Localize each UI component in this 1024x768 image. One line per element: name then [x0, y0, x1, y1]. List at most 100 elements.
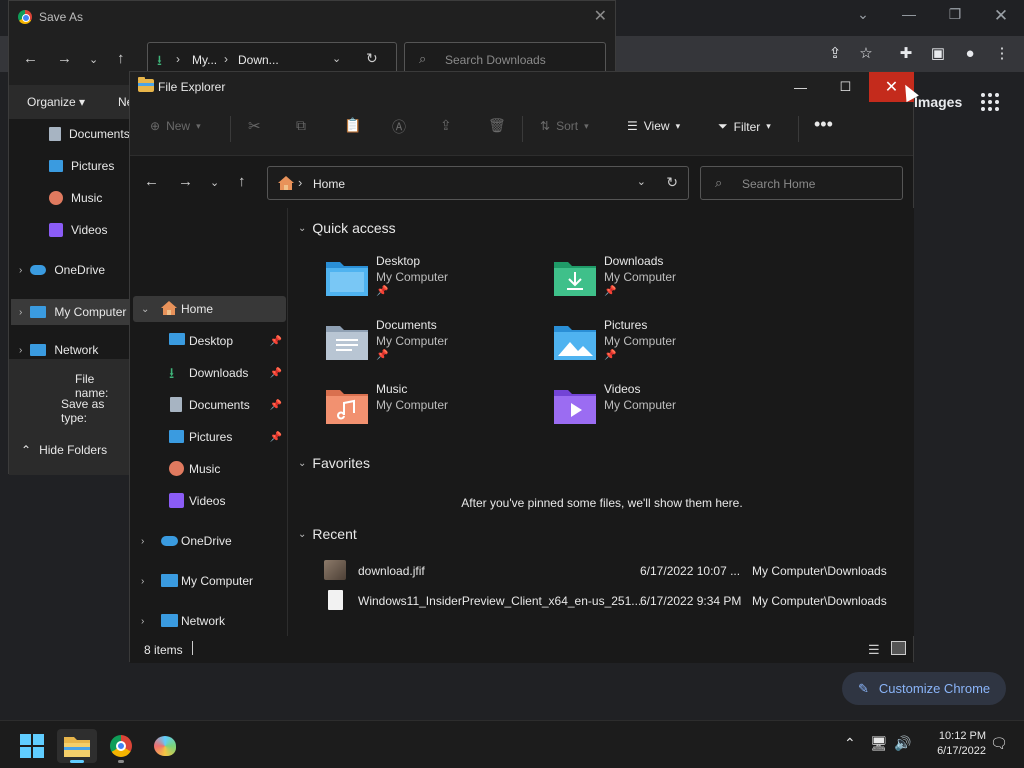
back-icon[interactable]: ← [23, 50, 38, 67]
refresh-icon[interactable]: ↻ [666, 174, 678, 191]
new-button[interactable]: ⊕ New ▾ [150, 119, 201, 133]
delete-icon[interactable]: 🗑 [488, 117, 506, 134]
chevron-right-icon[interactable]: › [141, 576, 144, 587]
recent-row[interactable]: download.jfif 6/17/2022 10:07 ... My Com… [324, 558, 904, 584]
bookmark-star-icon[interactable]: ☆ [856, 44, 876, 64]
chevron-right-icon[interactable]: › [141, 616, 144, 627]
quick-access-downloads[interactable]: Downloads My Computer 📌 [554, 254, 764, 310]
chevron-down-icon[interactable]: ⌄ [637, 175, 646, 188]
tree-item-videos[interactable]: Videos [49, 223, 107, 237]
cut-icon[interactable]: ✂ [248, 117, 261, 135]
sidebar-item-network[interactable]: › Network [133, 608, 286, 634]
forward-icon[interactable]: → [178, 173, 193, 190]
hide-folders-button[interactable]: ⌃ Hide Folders [21, 443, 107, 457]
quick-access-documents[interactable]: Documents My Computer 📌 [326, 318, 536, 374]
forward-icon[interactable]: → [57, 50, 72, 67]
favorites-header[interactable]: ⌄ Favorites [298, 455, 370, 471]
quick-access-pictures[interactable]: Pictures My Computer 📌 [554, 318, 764, 374]
close-icon[interactable]: ✕ [594, 6, 607, 26]
menu-icon[interactable]: ⋮ [992, 44, 1012, 64]
explorer-search-input[interactable]: ⌕ Search Home [700, 166, 903, 200]
chevron-down-icon[interactable]: ⌄ [332, 52, 341, 65]
profile-icon[interactable]: ● [960, 44, 980, 64]
address-segment[interactable]: Down... [238, 53, 279, 67]
share-icon[interactable]: ⇪ [825, 44, 845, 64]
pin-icon: 📌 [604, 350, 617, 361]
tree-item-music[interactable]: Music [49, 191, 102, 205]
filter-button[interactable]: ⏷ Filter ▾ [718, 119, 771, 134]
up-icon[interactable]: ↑ [117, 50, 125, 67]
sidebar-item-home[interactable]: ⌄ Home [133, 296, 286, 322]
sidebar-item-desktop[interactable]: Desktop 📌 [133, 328, 286, 354]
close-icon[interactable]: ✕ [978, 6, 1024, 26]
taskbar-file-explorer[interactable] [57, 729, 97, 763]
up-icon[interactable]: ↑ [238, 173, 246, 190]
chevron-right-icon[interactable]: › [19, 307, 22, 318]
sidebar-item-downloads[interactable]: ⭳ Downloads 📌 [133, 360, 286, 386]
computer-icon [30, 306, 47, 318]
sort-icon: ⇅ [540, 119, 551, 133]
recent-locations-icon[interactable]: ⌄ [210, 176, 219, 189]
sidebar-item-videos[interactable]: Videos [133, 488, 286, 514]
customize-chrome-button[interactable]: ✎ Customize Chrome [842, 672, 1006, 705]
recent-row[interactable]: Windows11_InsiderPreview_Client_x64_en-u… [324, 588, 904, 614]
tree-item-my-computer[interactable]: › My Computer [11, 299, 131, 325]
paste-icon[interactable]: 📋 [344, 117, 361, 134]
chevron-right-icon[interactable]: › [19, 265, 22, 276]
back-icon[interactable]: ← [144, 173, 159, 190]
chevron-right-icon[interactable]: › [141, 536, 144, 547]
sidebar-item-onedrive[interactable]: › OneDrive [133, 528, 286, 554]
sort-button[interactable]: ⇅ Sort ▾ [540, 119, 589, 133]
rename-icon[interactable]: Ⓐ [392, 117, 406, 137]
side-panel-icon[interactable]: ▣ [928, 44, 948, 64]
tree-item-pictures[interactable]: Pictures [49, 159, 114, 173]
chevron-up-icon[interactable]: ⌃ [844, 735, 856, 752]
sidebar-item-documents[interactable]: Documents 📌 [133, 392, 286, 418]
share-icon[interactable]: ⇪ [440, 117, 452, 134]
start-button[interactable] [12, 729, 52, 763]
save-as-type-label: Save as type: [61, 397, 105, 425]
minimize-icon[interactable]: — [886, 6, 932, 22]
google-apps-icon[interactable] [981, 93, 999, 111]
tree-item-documents[interactable]: Documents [49, 127, 130, 141]
taskbar-chrome[interactable] [101, 729, 141, 763]
extensions-icon[interactable]: ✚ [896, 44, 916, 64]
quick-access-music[interactable]: Music My Computer [326, 382, 536, 438]
address-home[interactable]: Home [313, 177, 345, 191]
tree-item-network[interactable]: › Network [19, 343, 98, 357]
organize-button[interactable]: Organize ▾ [27, 95, 85, 109]
taskbar-paint[interactable] [145, 729, 185, 763]
notifications-icon[interactable]: 🗨 [990, 735, 1008, 752]
address-segment[interactable]: My... [192, 53, 217, 67]
sidebar-item-pictures[interactable]: Pictures 📌 [133, 424, 286, 450]
recent-header[interactable]: ⌄ Recent [298, 526, 357, 542]
quick-access-header[interactable]: ⌄ Quick access [298, 220, 396, 236]
chevron-right-icon[interactable]: › [19, 345, 22, 356]
quick-access-videos[interactable]: Videos My Computer [554, 382, 764, 438]
copy-icon[interactable]: ⧉ [296, 117, 306, 134]
clock[interactable]: 10:12 PM 6/17/2022 [920, 729, 986, 759]
restore-icon[interactable]: ❐ [932, 6, 978, 23]
maximize-button[interactable]: ☐ [823, 72, 868, 102]
clock-time: 10:12 PM [938, 730, 986, 742]
explorer-address-row: ← → ⌄ ↑ › Home ⌄ ↻ ⌕ Search Home [130, 156, 913, 208]
sidebar-item-my-computer[interactable]: › My Computer [133, 568, 286, 594]
refresh-icon[interactable]: ↻ [366, 50, 378, 67]
recent-locations-icon[interactable]: ⌄ [89, 53, 98, 66]
pin-icon: 📌 [376, 350, 389, 361]
details-view-icon[interactable]: ☰ [868, 642, 880, 658]
tree-item-onedrive[interactable]: › OneDrive [19, 263, 105, 277]
quick-access-desktop[interactable]: Desktop My Computer 📌 [326, 254, 536, 310]
view-button[interactable]: ☰ View ▾ [627, 119, 680, 133]
explorer-address-bar[interactable]: › Home ⌄ ↻ [267, 166, 689, 200]
search-icon: ⌕ [419, 51, 427, 66]
tiles-view-icon[interactable] [891, 641, 906, 655]
more-options-icon[interactable]: ••• [814, 114, 833, 135]
sidebar-item-music[interactable]: Music [133, 456, 286, 482]
chevron-down-icon[interactable]: ⌄ [141, 304, 149, 315]
network-icon[interactable]: 🖥 [870, 735, 888, 752]
minimize-button[interactable]: — [778, 72, 823, 102]
chevron-down-icon[interactable]: ⌄ [840, 6, 886, 23]
volume-icon[interactable]: 🔊 [894, 735, 911, 752]
images-link[interactable]: Images [914, 94, 962, 110]
